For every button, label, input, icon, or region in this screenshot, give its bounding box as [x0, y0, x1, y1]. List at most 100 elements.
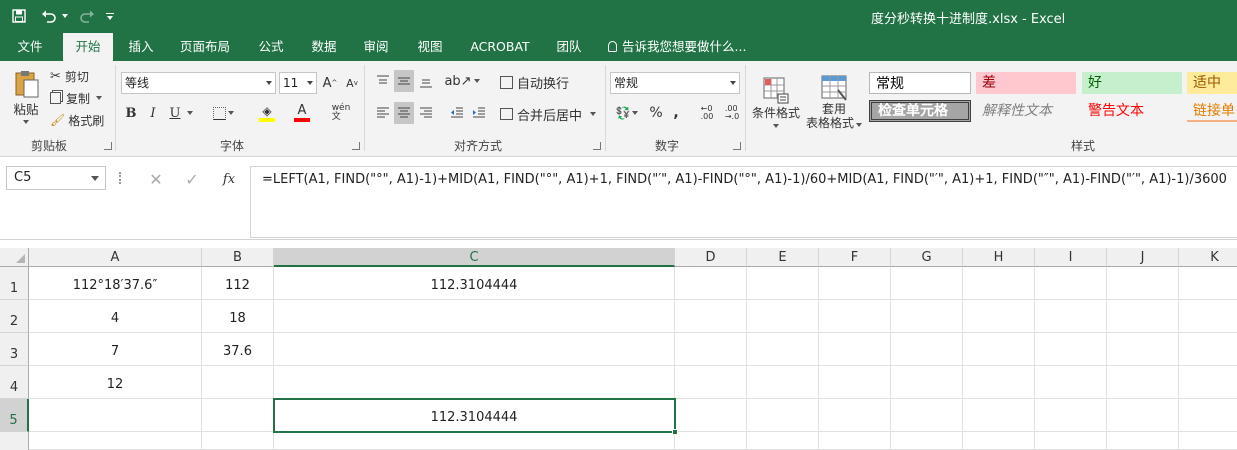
cell-f1[interactable]: [819, 267, 891, 300]
clipboard-launcher-icon[interactable]: [104, 142, 112, 150]
cell-b5[interactable]: [202, 399, 274, 432]
style-warning[interactable]: 警告文本: [1082, 100, 1182, 122]
column-header-k[interactable]: K: [1179, 248, 1237, 267]
cell-c2[interactable]: [274, 300, 675, 333]
font-color-button[interactable]: A: [286, 102, 318, 124]
tab-acrobat[interactable]: ACROBAT: [463, 33, 537, 61]
insert-function-icon[interactable]: fx: [218, 170, 240, 188]
fill-handle[interactable]: [672, 429, 678, 435]
fill-color-button[interactable]: ◈: [251, 102, 283, 124]
font-launcher-icon[interactable]: [352, 142, 360, 150]
cell-j3[interactable]: [1107, 333, 1179, 366]
align-right-icon[interactable]: [416, 102, 436, 124]
cell-g6[interactable]: [891, 432, 963, 450]
currency-button[interactable]: 💱: [612, 102, 642, 124]
bold-button[interactable]: B: [123, 104, 139, 122]
cell-g4[interactable]: [891, 366, 963, 399]
shrink-font-icon[interactable]: Av: [343, 74, 361, 92]
increase-decimal-icon[interactable]: ←0.00: [697, 102, 717, 124]
cancel-icon[interactable]: ✕: [146, 170, 166, 189]
align-center-icon[interactable]: [394, 102, 414, 124]
column-header-b[interactable]: B: [202, 248, 274, 267]
cell-g5[interactable]: [891, 399, 963, 432]
cell-e3[interactable]: [747, 333, 819, 366]
cell-a6[interactable]: [29, 432, 202, 450]
cell-i5[interactable]: [1035, 399, 1107, 432]
column-header-d[interactable]: D: [675, 248, 747, 267]
cell-f6[interactable]: [819, 432, 891, 450]
decrease-indent-icon[interactable]: [447, 102, 467, 124]
cell-d3[interactable]: [675, 333, 747, 366]
tab-team[interactable]: 团队: [547, 33, 591, 61]
cell-h1[interactable]: [963, 267, 1035, 300]
cell-j5[interactable]: [1107, 399, 1179, 432]
save-icon[interactable]: [8, 5, 30, 27]
row-header-1[interactable]: 1: [0, 267, 29, 300]
decrease-decimal-icon[interactable]: .00 →.0: [722, 102, 742, 124]
cell-k2[interactable]: [1179, 300, 1237, 333]
tab-insert[interactable]: 插入: [119, 33, 163, 61]
merge-center-button[interactable]: 合并后居中: [500, 104, 597, 124]
cell-d5[interactable]: [675, 399, 747, 432]
cell-d4[interactable]: [675, 366, 747, 399]
cell-h3[interactable]: [963, 333, 1035, 366]
cell-c3[interactable]: [274, 333, 675, 366]
align-middle-icon[interactable]: [394, 70, 414, 92]
style-linked-cell[interactable]: 链接单: [1187, 100, 1237, 122]
underline-button[interactable]: U: [167, 104, 183, 122]
orientation-button[interactable]: ab↗: [444, 70, 480, 92]
style-check-cell[interactable]: 检查单元格: [869, 100, 971, 122]
italic-button[interactable]: I: [145, 104, 161, 122]
cell-c4[interactable]: [274, 366, 675, 399]
number-format-combo[interactable]: 常规: [610, 72, 740, 94]
cell-k4[interactable]: [1179, 366, 1237, 399]
tab-data[interactable]: 数据: [302, 33, 346, 61]
style-normal[interactable]: 常规: [869, 72, 971, 94]
cell-a2[interactable]: 4: [29, 300, 202, 333]
cell-a5[interactable]: [29, 399, 202, 432]
cell-d1[interactable]: [675, 267, 747, 300]
tab-file[interactable]: 文件: [8, 33, 52, 61]
column-header-c[interactable]: C: [274, 248, 675, 267]
copy-button[interactable]: 复制: [50, 89, 103, 107]
cell-k1[interactable]: [1179, 267, 1237, 300]
formula-text[interactable]: =LEFT(A1, FIND("°", A1)-1)+MID(A1, FIND(…: [262, 172, 1227, 187]
cell-k5[interactable]: [1179, 399, 1237, 432]
cell-d2[interactable]: [675, 300, 747, 333]
cell-g2[interactable]: [891, 300, 963, 333]
cell-i1[interactable]: [1035, 267, 1107, 300]
cell-j6[interactable]: [1107, 432, 1179, 450]
column-header-a[interactable]: A: [29, 248, 202, 267]
cell-a4[interactable]: 12: [29, 366, 202, 399]
cell-j4[interactable]: [1107, 366, 1179, 399]
conditional-format-button[interactable]: 条件格式: [750, 67, 802, 137]
tab-page-layout[interactable]: 页面布局: [174, 33, 236, 61]
cell-e1[interactable]: [747, 267, 819, 300]
select-all-corner[interactable]: [0, 248, 29, 267]
cell-b6[interactable]: [202, 432, 274, 450]
cell-d6[interactable]: [675, 432, 747, 450]
style-good[interactable]: 好: [1082, 72, 1182, 94]
comma-button[interactable]: ,: [669, 102, 683, 124]
alignment-launcher-icon[interactable]: [593, 142, 601, 150]
column-header-i[interactable]: I: [1035, 248, 1107, 267]
borders-button[interactable]: [208, 104, 238, 122]
wrap-text-button[interactable]: 自动换行: [500, 72, 569, 92]
cell-c6[interactable]: [274, 432, 675, 450]
cell-g1[interactable]: [891, 267, 963, 300]
column-header-j[interactable]: J: [1107, 248, 1179, 267]
customize-icon[interactable]: [106, 11, 114, 21]
undo-dropdown-icon[interactable]: [62, 14, 68, 18]
paste-button[interactable]: 粘贴: [8, 65, 44, 127]
cell-j2[interactable]: [1107, 300, 1179, 333]
cell-f4[interactable]: [819, 366, 891, 399]
cell-a1[interactable]: 112°18′37.6″: [29, 267, 202, 300]
cell-f5[interactable]: [819, 399, 891, 432]
cell-k3[interactable]: [1179, 333, 1237, 366]
tab-formulas[interactable]: 公式: [249, 33, 293, 61]
style-explanatory[interactable]: 解释性文本: [976, 100, 1076, 122]
cell-i3[interactable]: [1035, 333, 1107, 366]
font-name-combo[interactable]: 等线: [121, 72, 276, 94]
phonetic-button[interactable]: wén 文: [328, 102, 354, 124]
align-top-icon[interactable]: [373, 70, 393, 92]
